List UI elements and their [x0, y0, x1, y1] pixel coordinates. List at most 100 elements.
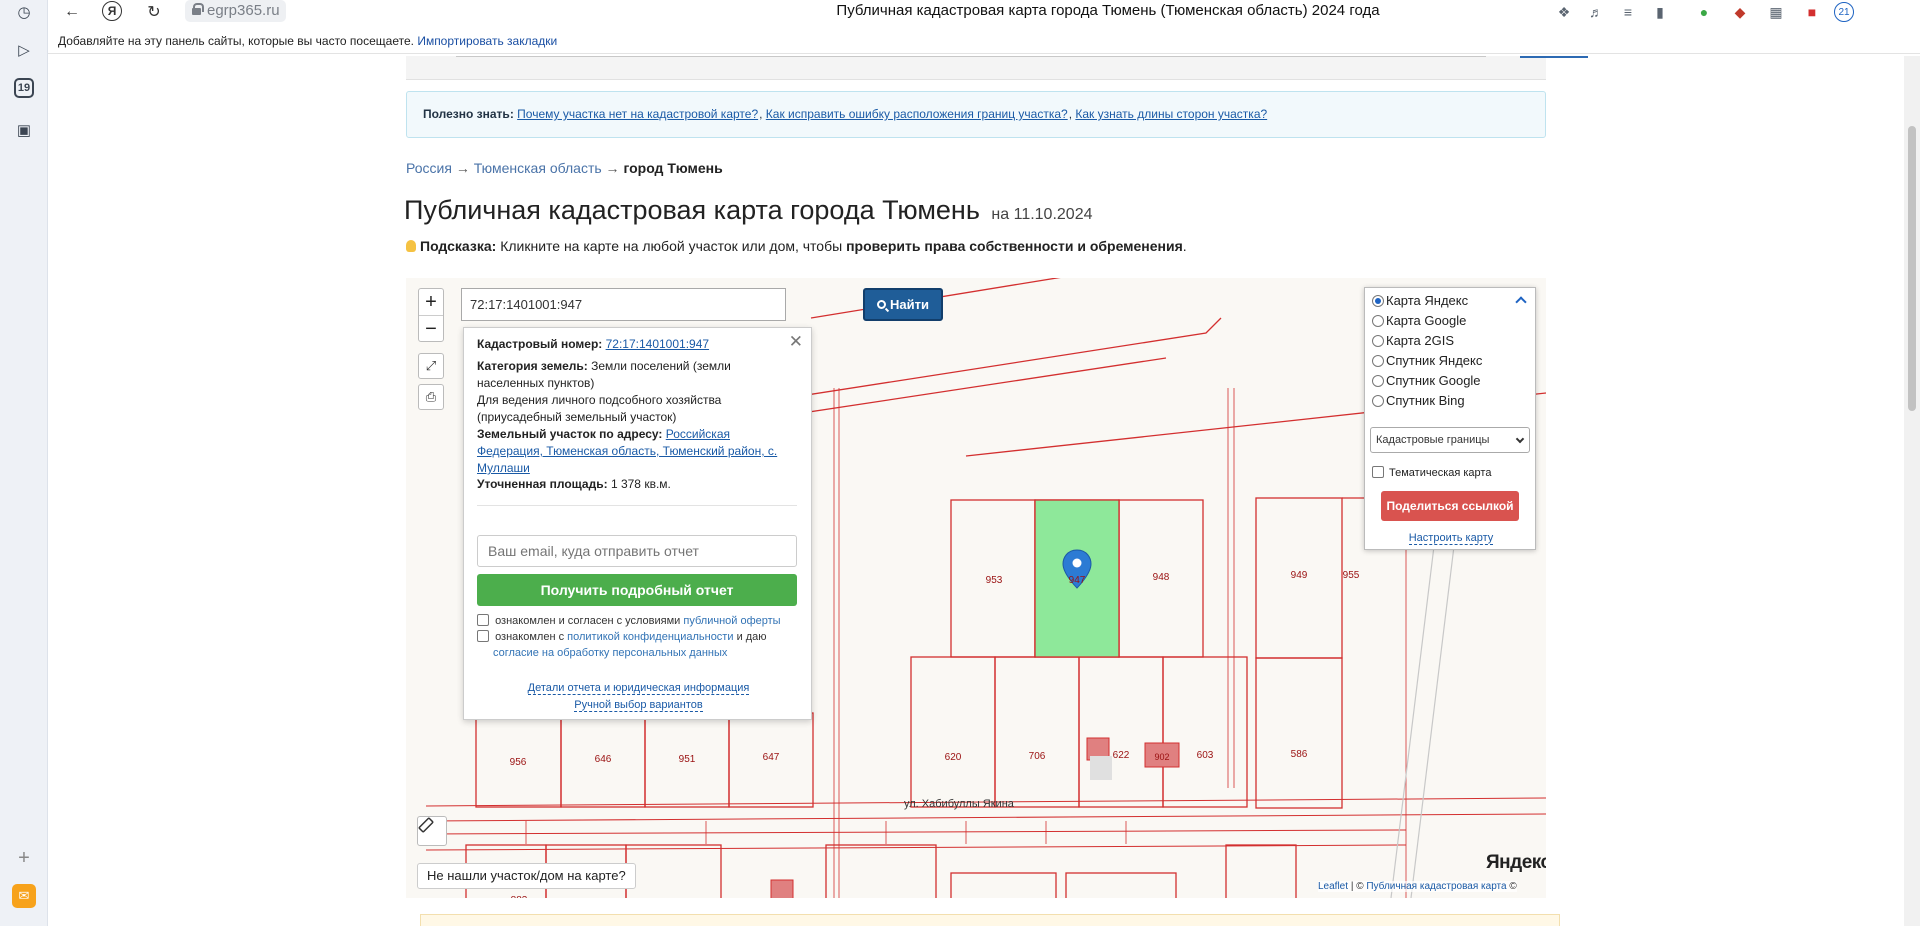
cadastral-map[interactable]: 953 947 948 949 955 956 646 951 647 620 706 622 603 5…	[406, 278, 1546, 898]
privacy-checkbox[interactable]	[477, 630, 489, 642]
radio-button[interactable]	[1372, 295, 1384, 307]
reader-icon[interactable]: ≡	[1618, 2, 1638, 22]
parcel-label: 956	[510, 757, 527, 768]
thematic-toggle[interactable]: Тематическая карта	[1372, 466, 1491, 479]
consent-link[interactable]: согласие на обработку персональных данны…	[493, 647, 727, 659]
headphones-icon[interactable]: ♬	[1586, 2, 1606, 22]
lock-icon	[192, 3, 204, 15]
parcel-label: 622	[1113, 750, 1130, 761]
overlay-select[interactable]: Кадастровые границы	[1370, 427, 1530, 453]
offer-checkbox[interactable]	[477, 614, 489, 626]
search-icon	[877, 300, 887, 309]
tune-map-link[interactable]: Настроить карту	[1365, 532, 1537, 545]
scroll-thumb[interactable]	[1908, 126, 1916, 411]
address-bar[interactable]: egrp365.ru	[185, 0, 286, 22]
site-search-strip	[406, 56, 1588, 80]
radio-button[interactable]	[1372, 335, 1384, 347]
info-label: Полезно знать:	[423, 107, 514, 121]
privacy-and: и даю	[736, 631, 767, 643]
radio-button[interactable]	[1372, 355, 1384, 367]
zoom-control: + −	[418, 288, 444, 342]
parcel-label: 603	[1197, 750, 1214, 761]
radio-button[interactable]	[1372, 315, 1384, 327]
browser-toolbar: ← Я ↻ egrp365.ru Публичная кадастровая к…	[48, 0, 1920, 24]
leaflet-link[interactable]: Leaflet	[1318, 881, 1348, 892]
camera-icon[interactable]: ▣	[12, 118, 36, 142]
get-report-button[interactable]: Получить подробный отчет	[477, 574, 797, 606]
manual-choice-link[interactable]: Ручной выбор вариантов	[574, 699, 703, 712]
collapse-chevron-icon[interactable]	[1516, 295, 1526, 305]
find-button[interactable]: Найти	[863, 288, 943, 321]
basemap-option[interactable]: Спутник Google	[1372, 371, 1481, 391]
hint-bold: проверить права собственности и обремене…	[846, 238, 1183, 254]
privacy-link[interactable]: политикой конфиденциальности	[567, 631, 733, 643]
zoom-out-button[interactable]: −	[419, 315, 443, 341]
info-link-fix-border[interactable]: Как исправить ошибку расположения границ…	[766, 107, 1068, 121]
yandex-icon[interactable]: Я	[102, 1, 122, 21]
thematic-checkbox[interactable]	[1372, 466, 1384, 478]
play-icon[interactable]: ▷	[12, 38, 36, 62]
bookmark-icon[interactable]: ▮	[1650, 2, 1670, 22]
building[interactable]	[770, 879, 794, 898]
breadcrumb-region[interactable]: Тюменская область	[474, 160, 602, 176]
basemap-option[interactable]: Карта Яндекс	[1372, 291, 1468, 311]
site-search-input[interactable]	[456, 56, 1486, 57]
thematic-label: Тематическая карта	[1389, 467, 1492, 479]
attr-separator: |	[1350, 881, 1354, 892]
breadcrumb: Россия → Тюменская область → город Тюмен…	[406, 160, 723, 176]
parcel-popup: ✕ Кадастровый номер: 72:17:1401001:947 К…	[463, 327, 812, 720]
cadastral-search-input[interactable]	[461, 288, 786, 321]
history-icon[interactable]: ◷	[12, 0, 36, 24]
ruler-button[interactable]	[417, 816, 447, 846]
page-scrollbar[interactable]	[1904, 56, 1920, 926]
info-link-missing-parcel[interactable]: Почему участка нет на кадастровой карте?	[517, 107, 758, 121]
radio-button[interactable]	[1372, 375, 1384, 387]
breadcrumb-russia[interactable]: Россия	[406, 160, 452, 176]
cad-number-link[interactable]: 72:17:1401001:947	[606, 337, 709, 351]
import-bookmarks-link[interactable]: Импортировать закладки	[417, 34, 557, 48]
parcel-label: 586	[1291, 749, 1308, 760]
chevron-down-icon	[1515, 434, 1525, 444]
report-details-link[interactable]: Детали отчета и юридическая информация	[527, 682, 750, 695]
lightbulb-icon	[406, 240, 416, 252]
find-button-label: Найти	[890, 297, 929, 312]
site-search-button[interactable]	[1520, 56, 1588, 58]
calendar-icon[interactable]: 19	[14, 78, 34, 98]
downloads-icon[interactable]: 21	[1834, 2, 1854, 22]
hint-text: Кликните на карте на любой участок или д…	[500, 238, 843, 254]
share-link-button[interactable]: Поделиться ссылкой	[1381, 491, 1519, 521]
extension-green-icon[interactable]: ●	[1694, 2, 1714, 22]
not-found-button[interactable]: Не нашли участок/дом на карте?	[417, 863, 636, 889]
basemap-option-label: Спутник Google	[1386, 373, 1481, 388]
pkk-link[interactable]: Публичная кадастровая карта	[1366, 881, 1506, 892]
parcel-label: 647	[763, 752, 780, 763]
radio-button[interactable]	[1372, 395, 1384, 407]
extension-mascot-icon[interactable]: ◆	[1730, 2, 1750, 22]
mail-icon[interactable]: ✉	[12, 884, 36, 908]
reload-button[interactable]: ↻	[142, 1, 166, 23]
yandex-logo: Яндекс	[1486, 852, 1546, 873]
basemap-option-label: Спутник Яндекс	[1386, 353, 1483, 368]
basemap-option[interactable]: Спутник Bing	[1372, 391, 1465, 411]
extension-puzzle-icon[interactable]: ▦	[1766, 2, 1786, 22]
privacy-text: ознакомлен с	[495, 631, 565, 643]
email-field[interactable]	[477, 535, 797, 567]
extensions-icon[interactable]: ❖	[1554, 2, 1574, 22]
basemap-option[interactable]: Карта Google	[1372, 311, 1466, 331]
basemap-option[interactable]: Спутник Яндекс	[1372, 351, 1482, 371]
print-button[interactable]: ⎙	[418, 384, 444, 410]
page-title: Публичная кадастровая карта города Тюмен…	[404, 195, 1093, 226]
add-panel-icon[interactable]: +	[12, 846, 36, 870]
info-link-side-lengths[interactable]: Как узнать длины сторон участка?	[1075, 107, 1267, 121]
offer-link[interactable]: публичной оферты	[683, 615, 780, 627]
hint-label: Подсказка:	[420, 238, 497, 254]
basemap-option-label: Спутник Bing	[1386, 393, 1465, 408]
browser-sidebar: ◷ ▷ 19 ▣ + ✉	[0, 0, 48, 926]
back-button[interactable]: ←	[60, 1, 84, 23]
fullscreen-button[interactable]: ⤢	[418, 353, 444, 379]
extension-pdf-icon[interactable]: ■	[1802, 2, 1822, 22]
zoom-in-button[interactable]: +	[419, 289, 443, 315]
breadcrumb-current: город Тюмень	[623, 160, 723, 176]
basemap-option[interactable]: Карта 2GIS	[1372, 331, 1454, 351]
parcel-label: 953	[986, 575, 1003, 586]
